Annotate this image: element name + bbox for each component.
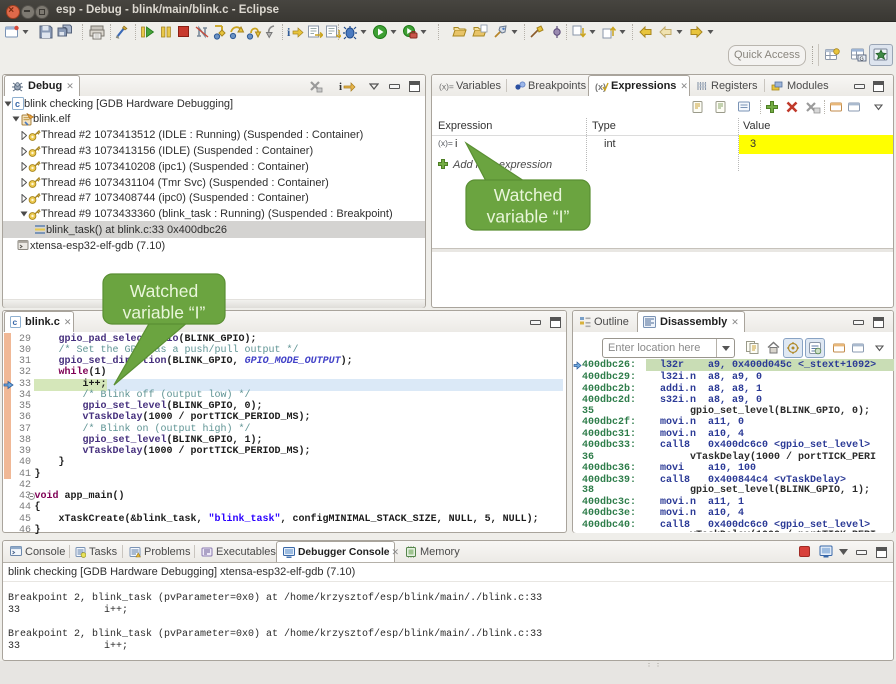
svg-text:(x)=: (x)= [439,81,454,91]
svg-text:c: c [15,99,20,109]
svg-text:G: G [860,57,864,63]
svg-text:(x)=: (x)= [438,138,453,148]
svg-text:i: i [287,25,291,39]
svg-text:(x): (x) [595,82,606,92]
svg-text:i: i [339,81,342,93]
svg-text:c: c [13,317,18,327]
